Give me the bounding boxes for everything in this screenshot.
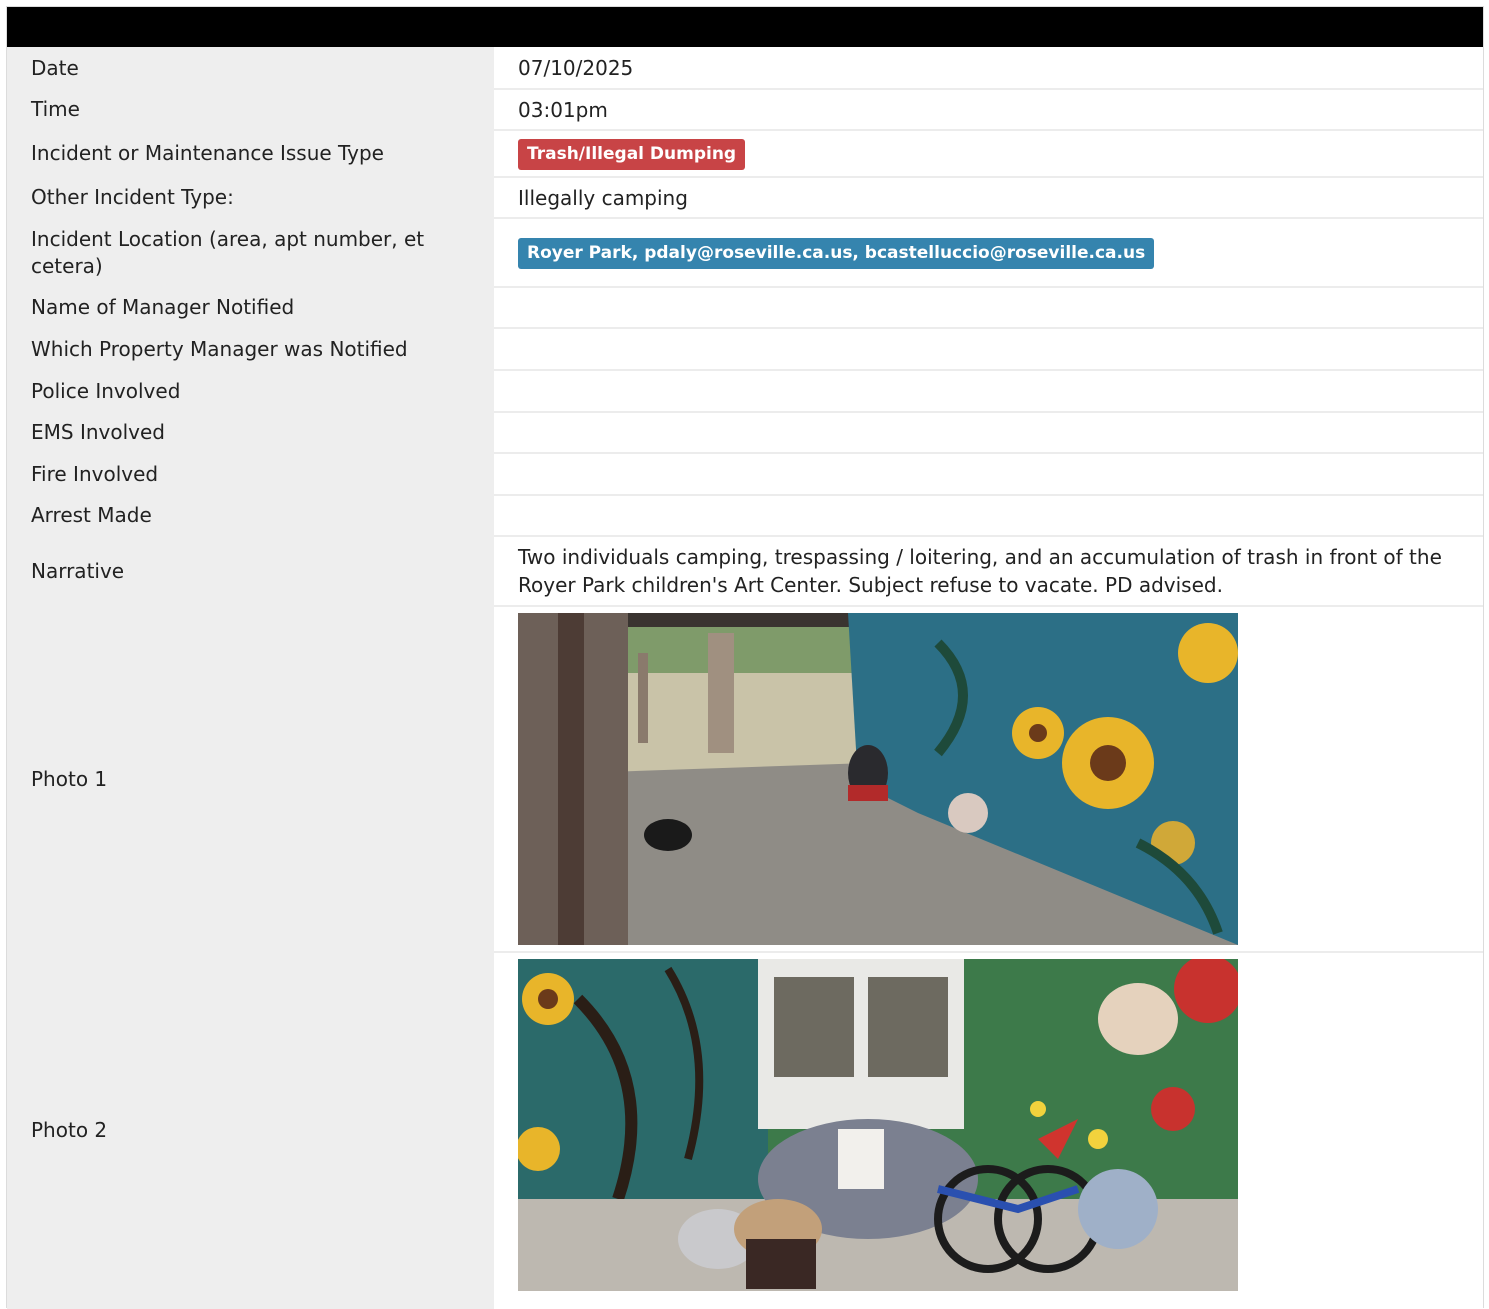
date-value: 07/10/2025	[494, 47, 1483, 90]
header-bar	[7, 7, 1483, 47]
row-property-manager: Which Property Manager was Notified	[7, 328, 1483, 371]
date-label: Date	[7, 47, 494, 89]
fields-table: Date 07/10/2025 Time 03:01pm Incident or…	[7, 47, 1483, 1309]
time-label: Time	[7, 89, 494, 130]
manager-name-value	[494, 287, 1483, 329]
property-manager-value	[494, 328, 1483, 371]
location-cell: Royer Park, pdaly@roseville.ca.us, bcast…	[494, 218, 1483, 288]
row-ems: EMS Involved	[7, 412, 1483, 454]
row-photo-1: Photo 1	[7, 606, 1483, 953]
arrest-value	[494, 495, 1483, 537]
fire-value	[494, 453, 1483, 496]
location-label: Incident Location (area, apt number, et …	[7, 218, 494, 287]
ems-label: EMS Involved	[7, 412, 494, 453]
row-time: Time 03:01pm	[7, 89, 1483, 131]
row-other-type: Other Incident Type: Illegally camping	[7, 177, 1483, 219]
photo-2-label: Photo 2	[7, 952, 494, 1309]
photo-2-image[interactable]	[518, 959, 1238, 1291]
incident-report: Date 07/10/2025 Time 03:01pm Incident or…	[6, 6, 1484, 1309]
police-label: Police Involved	[7, 370, 494, 412]
issue-type-badge: Trash/Illegal Dumping	[518, 138, 746, 170]
row-manager-name: Name of Manager Notified	[7, 287, 1483, 329]
row-arrest: Arrest Made	[7, 495, 1483, 537]
row-photo-2: Photo 2	[7, 952, 1483, 1309]
photo-1-image[interactable]	[518, 613, 1238, 945]
other-type-label: Other Incident Type:	[7, 177, 494, 218]
row-issue-type: Incident or Maintenance Issue Type Trash…	[7, 130, 1483, 178]
row-narrative: Narrative Two individuals camping, tresp…	[7, 536, 1483, 607]
time-value: 03:01pm	[494, 89, 1483, 131]
arrest-label: Arrest Made	[7, 495, 494, 536]
issue-type-label: Incident or Maintenance Issue Type	[7, 130, 494, 177]
photo-2-cell	[494, 952, 1483, 1309]
photo-1-label: Photo 1	[7, 606, 494, 952]
row-date: Date 07/10/2025	[7, 47, 1483, 90]
ems-value	[494, 412, 1483, 454]
manager-name-label: Name of Manager Notified	[7, 287, 494, 328]
location-badge: Royer Park, pdaly@roseville.ca.us, bcast…	[518, 237, 1155, 269]
row-police: Police Involved	[7, 370, 1483, 413]
narrative-value: Two individuals camping, trespassing / l…	[494, 536, 1483, 607]
narrative-label: Narrative	[7, 536, 494, 606]
issue-type-cell: Trash/Illegal Dumping	[494, 130, 1483, 178]
other-type-value: Illegally camping	[494, 177, 1483, 219]
photo-1-cell	[494, 606, 1483, 953]
police-value	[494, 370, 1483, 413]
property-manager-label: Which Property Manager was Notified	[7, 328, 494, 370]
row-fire: Fire Involved	[7, 453, 1483, 496]
row-location: Incident Location (area, apt number, et …	[7, 218, 1483, 288]
fire-label: Fire Involved	[7, 453, 494, 495]
